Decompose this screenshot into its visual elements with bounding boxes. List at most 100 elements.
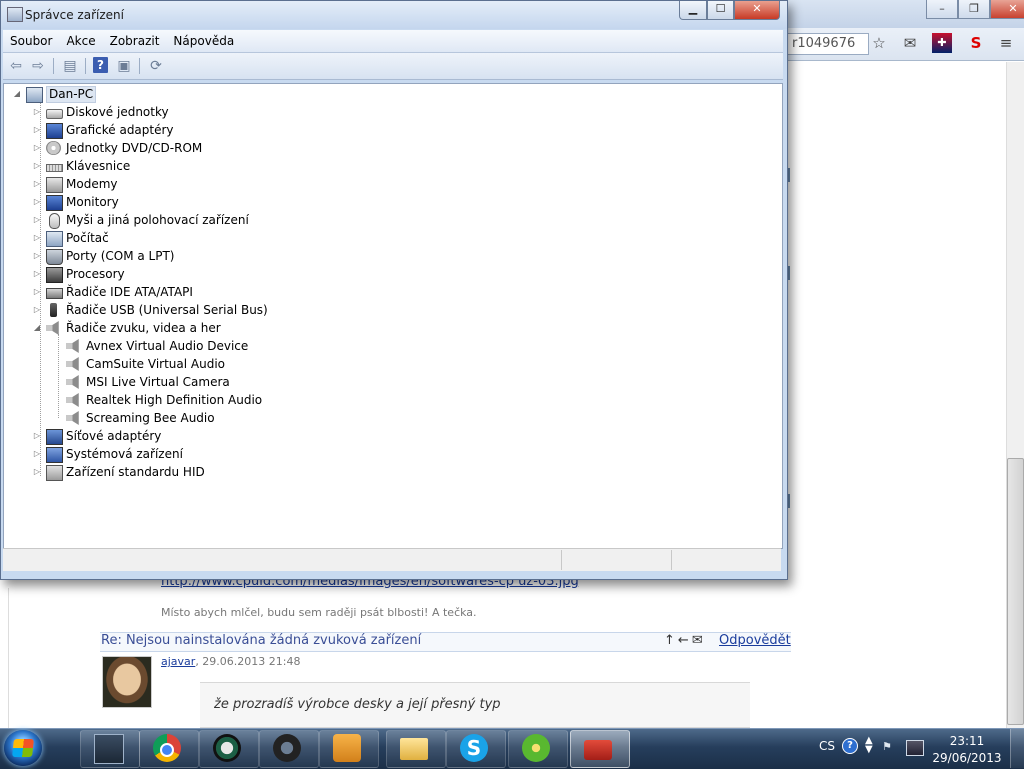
windows-logo-icon <box>12 739 34 757</box>
usb-icon <box>50 303 57 317</box>
extension-s-icon[interactable]: S <box>966 33 986 53</box>
toolbar-separator <box>139 58 140 74</box>
toolbox-icon <box>584 740 612 760</box>
category-label: Počítač <box>66 231 109 245</box>
author-link[interactable]: ajavar <box>161 655 195 668</box>
arrow-left-icon[interactable]: ← <box>678 633 692 648</box>
maximize-button[interactable]: ☐ <box>707 1 734 20</box>
reply-title[interactable]: Re: Nejsou nainstalována žádná zvuková z… <box>101 633 421 648</box>
expand-icon[interactable]: ▷ <box>32 193 42 211</box>
post-border <box>8 588 9 728</box>
speaker-icon <box>66 357 79 371</box>
expand-icon[interactable]: ▷ <box>32 121 42 139</box>
post-author: ajavar, 29.06.2013 21:48 <box>161 655 300 668</box>
dvd-drive-icon <box>46 141 61 155</box>
category-label: Monitory <box>66 195 119 209</box>
action-center-flag-icon[interactable]: ⚑ <box>882 740 892 753</box>
collapse-icon[interactable]: ◢ <box>32 319 42 337</box>
network-adapter-icon <box>46 429 63 445</box>
view-pane-icon[interactable]: ▣ <box>115 57 133 75</box>
browser-restore-button[interactable]: ❐ <box>958 0 990 19</box>
close-button[interactable]: ✕ <box>734 1 780 20</box>
menu-icon[interactable]: ≡ <box>996 33 1016 53</box>
menu-bar: Soubor Akce Zobrazit Nápověda <box>3 30 783 53</box>
clock-time[interactable]: 23:11 <box>932 734 1002 748</box>
envelope-icon[interactable]: ✉ <box>692 633 706 648</box>
expand-icon[interactable]: ▷ <box>32 139 42 157</box>
expand-icon[interactable]: ▷ <box>32 229 42 247</box>
forward-arrow-icon[interactable]: ⇨ <box>29 57 47 75</box>
steam-icon <box>273 734 301 762</box>
expand-icon[interactable]: ▷ <box>32 427 42 445</box>
category-label: Síťové adaptéry <box>66 429 162 443</box>
menu-zobrazit[interactable]: Zobrazit <box>103 30 167 52</box>
expand-icon[interactable]: ▷ <box>32 247 42 265</box>
scan-hardware-icon[interactable]: ⟳ <box>147 57 165 75</box>
mouse-icon <box>49 213 60 229</box>
category-label: Porty (COM a LPT) <box>66 249 175 263</box>
expand-icon[interactable]: ▷ <box>32 283 42 301</box>
device-manager-window: Správce zařízení ▁ ☐ ✕ Soubor Akce Zobra… <box>0 0 788 580</box>
expand-icon[interactable]: ▷ <box>32 463 42 481</box>
browser-minimize-button[interactable]: – <box>926 0 958 19</box>
expand-icon[interactable]: ▷ <box>32 103 42 121</box>
tree-guide-line <box>58 334 59 418</box>
device-label: Avnex Virtual Audio Device <box>86 339 249 353</box>
language-indicator[interactable]: CS <box>819 739 835 753</box>
folder-icon <box>400 738 428 760</box>
back-arrow-icon[interactable]: ⇦ <box>7 57 25 75</box>
show-hidden-icons-icon[interactable]: ▲ ▼ <box>865 736 873 755</box>
menu-soubor[interactable]: Soubor <box>3 30 59 52</box>
minimize-button[interactable]: ▁ <box>679 1 707 20</box>
address-bar[interactable]: r1049676 <box>788 33 869 55</box>
disk-drive-icon <box>46 109 63 119</box>
network-icon[interactable] <box>906 740 924 756</box>
status-bar <box>3 548 781 571</box>
category-label: Modemy <box>66 177 118 191</box>
speaker-icon <box>66 375 79 389</box>
expand-icon[interactable]: ▷ <box>32 445 42 463</box>
expand-icon[interactable]: ▷ <box>32 301 42 319</box>
expand-icon[interactable]: ▷ <box>32 265 42 283</box>
expand-icon[interactable]: ▷ <box>32 157 42 175</box>
category-label: Zařízení standardu HID <box>66 465 205 479</box>
category-label: Diskové jednotky <box>66 105 169 119</box>
menu-napoveda[interactable]: Nápověda <box>166 30 241 52</box>
reply-link[interactable]: Odpovědět <box>719 633 791 648</box>
help-tray-icon[interactable]: ? <box>842 738 858 754</box>
category-label: Systémová zařízení <box>66 447 183 461</box>
expand-icon[interactable]: ▷ <box>32 211 42 229</box>
collapse-icon[interactable]: ◢ <box>12 85 22 103</box>
hardware-monitor-icon <box>94 734 124 764</box>
media-player-icon <box>333 734 361 762</box>
status-separator <box>671 550 672 570</box>
system-device-icon <box>46 447 63 463</box>
expand-icon[interactable]: ▷ <box>32 175 42 193</box>
arrow-up-icon[interactable]: ↑ <box>664 633 678 648</box>
device-tree[interactable]: ◢ Dan-PC ▷ Diskové jednotky ▷ Grafické ada… <box>3 83 783 549</box>
window-title: Správce zařízení <box>25 8 124 22</box>
display-adapter-icon <box>46 123 63 139</box>
device-label: Screaming Bee Audio <box>86 411 215 425</box>
clock-date[interactable]: 29/06/2013 <box>932 751 1002 765</box>
keyboard-icon <box>46 164 63 172</box>
browser-window-controls: – ❐ ✕ <box>926 0 1024 19</box>
help-icon[interactable]: ? <box>93 57 108 73</box>
category-label: Myši a jiná polohovací zařízení <box>66 213 249 227</box>
browser-scrollbar-thumb[interactable] <box>1007 458 1024 725</box>
category-label: Řadiče zvuku, videa a her <box>66 321 221 335</box>
menu-akce[interactable]: Akce <box>59 30 102 52</box>
toolbar-separator <box>53 58 54 74</box>
quote-text: že prozradíš výrobce desky a její přesný… <box>214 697 501 712</box>
mail-icon[interactable]: ✉ <box>900 33 920 53</box>
processor-icon <box>46 267 63 283</box>
show-desktop-button[interactable] <box>1010 729 1024 768</box>
computer-icon <box>46 231 63 247</box>
ide-controller-icon <box>46 288 63 299</box>
hid-device-icon <box>46 465 63 481</box>
star-icon[interactable]: ☆ <box>869 33 889 53</box>
uk-flag-icon[interactable]: ✚ <box>932 33 952 53</box>
root-label: Dan-PC <box>46 86 97 103</box>
browser-close-button[interactable]: ✕ <box>990 0 1024 19</box>
properties-window-icon[interactable]: ▤ <box>61 57 79 75</box>
